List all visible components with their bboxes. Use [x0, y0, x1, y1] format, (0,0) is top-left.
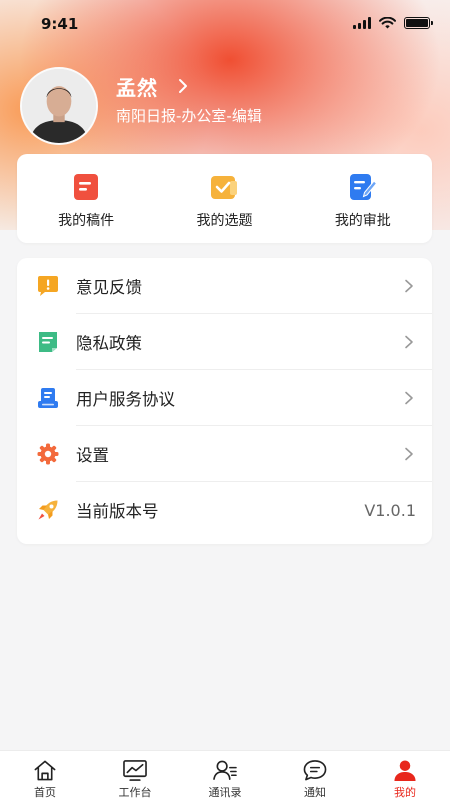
menu-item-settings[interactable]: 设置: [17, 426, 432, 482]
tab-label: 通讯录: [208, 786, 242, 799]
menu-item-app-version: 当前版本号 V1.0.1: [17, 482, 432, 538]
tab-label: 首页: [34, 786, 56, 799]
workbench-chart-icon: [123, 760, 147, 781]
edit-document-icon: [349, 174, 377, 200]
tab-notifications[interactable]: 通知: [270, 751, 360, 800]
gear-icon: [37, 443, 59, 465]
status-bar: 9:41: [0, 0, 450, 44]
chevron-right-icon[interactable]: [176, 78, 190, 94]
avatar-portrait-icon: [22, 69, 96, 143]
chevron-right-icon: [405, 279, 413, 293]
wifi-icon: [379, 17, 396, 29]
menu-item-label: 当前版本号: [76, 502, 159, 521]
user-organization: 南阳日报-办公室-编辑: [116, 107, 262, 125]
chevron-right-icon: [405, 335, 413, 349]
avatar[interactable]: [20, 67, 98, 145]
my-topics-button[interactable]: 我的选题: [155, 154, 293, 243]
menu-item-label: 意见反馈: [76, 278, 142, 297]
message-bubble-icon: [303, 760, 327, 781]
user-icon: [394, 760, 416, 782]
menu-item-feedback[interactable]: 意见反馈: [17, 258, 432, 314]
menu-item-label: 用户服务协议: [76, 390, 175, 409]
my-manuscripts-label: 我的稿件: [58, 213, 115, 229]
bottom-tab-bar: 首页 工作台 通讯录 通知 我的: [0, 750, 450, 800]
quick-actions-card: 我的稿件 我的选题 我的审批: [17, 154, 432, 243]
rocket-icon: [38, 500, 58, 520]
tab-contacts[interactable]: 通讯录: [180, 751, 270, 800]
checked-folder-icon: [211, 176, 238, 199]
status-time: 9:41: [41, 15, 79, 33]
feedback-icon: [38, 276, 58, 296]
my-manuscripts-button[interactable]: 我的稿件: [17, 154, 155, 243]
menu-item-label: 设置: [76, 446, 109, 465]
battery-icon: [404, 17, 433, 29]
home-icon: [34, 760, 56, 781]
contacts-icon: [213, 760, 237, 780]
privacy-document-icon: [39, 332, 57, 352]
cellular-signal-icon: [353, 17, 371, 29]
my-approvals-label: 我的审批: [334, 213, 391, 229]
tab-label: 通知: [304, 786, 326, 799]
menu-item-user-agreement[interactable]: 用户服务协议: [17, 370, 432, 426]
tab-label: 工作台: [118, 786, 152, 799]
tab-workbench[interactable]: 工作台: [90, 751, 180, 800]
app-version-value: V1.0.1: [364, 500, 416, 520]
my-topics-label: 我的选题: [196, 213, 253, 229]
settings-menu-card: 意见反馈 隐私政策 用户服务协议 设置 当前版本号 V1.0.1: [17, 258, 432, 544]
user-name[interactable]: 孟然: [116, 72, 158, 101]
tab-mine[interactable]: 我的: [360, 751, 450, 800]
chevron-right-icon: [405, 447, 413, 461]
my-approvals-button[interactable]: 我的审批: [294, 154, 432, 243]
tab-home[interactable]: 首页: [0, 751, 90, 800]
chevron-right-icon: [405, 391, 413, 405]
menu-item-privacy-policy[interactable]: 隐私政策: [17, 314, 432, 370]
agreement-icon: [38, 388, 58, 408]
menu-item-label: 隐私政策: [76, 334, 142, 353]
status-icons: [353, 15, 433, 31]
document-icon: [74, 174, 99, 200]
tab-label: 我的: [394, 786, 416, 799]
